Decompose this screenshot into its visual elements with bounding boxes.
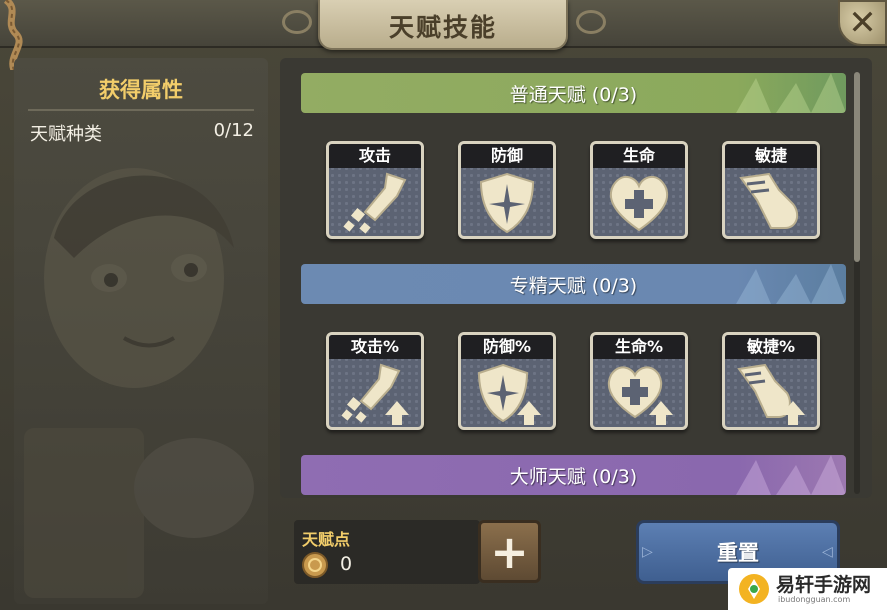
window-title: 天赋技能 bbox=[388, 13, 497, 42]
skill-attack-percent[interactable]: 攻击% bbox=[326, 332, 424, 430]
shield-up-icon bbox=[477, 363, 541, 425]
watermark-logo-icon bbox=[739, 574, 769, 604]
foliage-decoration-icon bbox=[736, 73, 846, 113]
category-specialist: 专精天赋 (0/3) bbox=[301, 264, 846, 304]
foliage-decoration-icon bbox=[736, 264, 846, 304]
talent-points-value: 0 bbox=[340, 553, 353, 575]
skill-attack[interactable]: 攻击 bbox=[326, 141, 424, 239]
skill-label: 生命 bbox=[593, 144, 685, 168]
talent-coin-icon bbox=[302, 552, 328, 578]
reset-label: 重置 bbox=[717, 541, 759, 565]
attributes-panel: 获得属性 天赋种类 0/12 bbox=[14, 58, 268, 604]
talent-points-label: 天赋点 bbox=[302, 530, 351, 549]
skill-label: 敏捷% bbox=[725, 335, 817, 359]
skill-label: 生命% bbox=[593, 335, 685, 359]
category-normal: 普通天赋 (0/3) bbox=[301, 73, 846, 113]
foliage-decoration-icon bbox=[736, 455, 846, 495]
skill-label: 攻击 bbox=[329, 144, 421, 168]
category-normal-label: 普通天赋 (0/3) bbox=[509, 83, 638, 106]
boot-icon bbox=[739, 172, 799, 229]
skill-defense[interactable]: 防御 bbox=[458, 141, 556, 239]
divider bbox=[28, 109, 254, 111]
talent-types-value: 0/12 bbox=[213, 120, 254, 141]
add-points-button[interactable]: + bbox=[478, 520, 541, 583]
category-master: 大师天赋 (0/3) bbox=[301, 455, 846, 495]
skill-label: 敏捷 bbox=[725, 144, 817, 168]
skill-agility[interactable]: 敏捷 bbox=[722, 141, 820, 239]
skill-label: 攻击% bbox=[329, 335, 421, 359]
plus-icon: + bbox=[490, 524, 529, 579]
heart-plus-icon bbox=[609, 176, 669, 232]
talent-types-label: 天赋种类 bbox=[30, 124, 102, 145]
category-master-label: 大师天赋 (0/3) bbox=[509, 465, 638, 488]
skill-life[interactable]: 生命 bbox=[590, 141, 688, 239]
watermark-name: 易轩手游网 bbox=[776, 574, 872, 596]
hero-portrait-icon bbox=[24, 168, 254, 598]
skill-label: 防御 bbox=[461, 144, 553, 168]
skill-defense-percent[interactable]: 防御% bbox=[458, 332, 556, 430]
swirl-left-icon bbox=[282, 10, 312, 34]
category-specialist-label: 专精天赋 (0/3) bbox=[509, 274, 638, 297]
sword-icon bbox=[343, 172, 407, 234]
close-icon: ✕ bbox=[848, 3, 877, 43]
skill-agility-percent[interactable]: 敏捷% bbox=[722, 332, 820, 430]
watermark-url: ibudongguan.com bbox=[778, 595, 851, 604]
heart-plus-up-icon bbox=[607, 366, 673, 425]
swirl-right-icon bbox=[576, 10, 606, 34]
arrow-left-icon: ◁ bbox=[822, 544, 833, 560]
skill-label: 防御% bbox=[461, 335, 553, 359]
boot-up-icon bbox=[737, 363, 805, 425]
shield-icon bbox=[479, 172, 535, 234]
scroll-thumb[interactable] bbox=[854, 72, 860, 262]
arrow-right-icon: ▷ bbox=[642, 544, 653, 560]
skill-life-percent[interactable]: 生命% bbox=[590, 332, 688, 430]
attributes-heading: 获得属性 bbox=[99, 78, 183, 102]
scrollbar[interactable] bbox=[854, 72, 860, 494]
sword-up-icon bbox=[341, 363, 409, 425]
close-button[interactable]: ✕ bbox=[838, 0, 887, 46]
